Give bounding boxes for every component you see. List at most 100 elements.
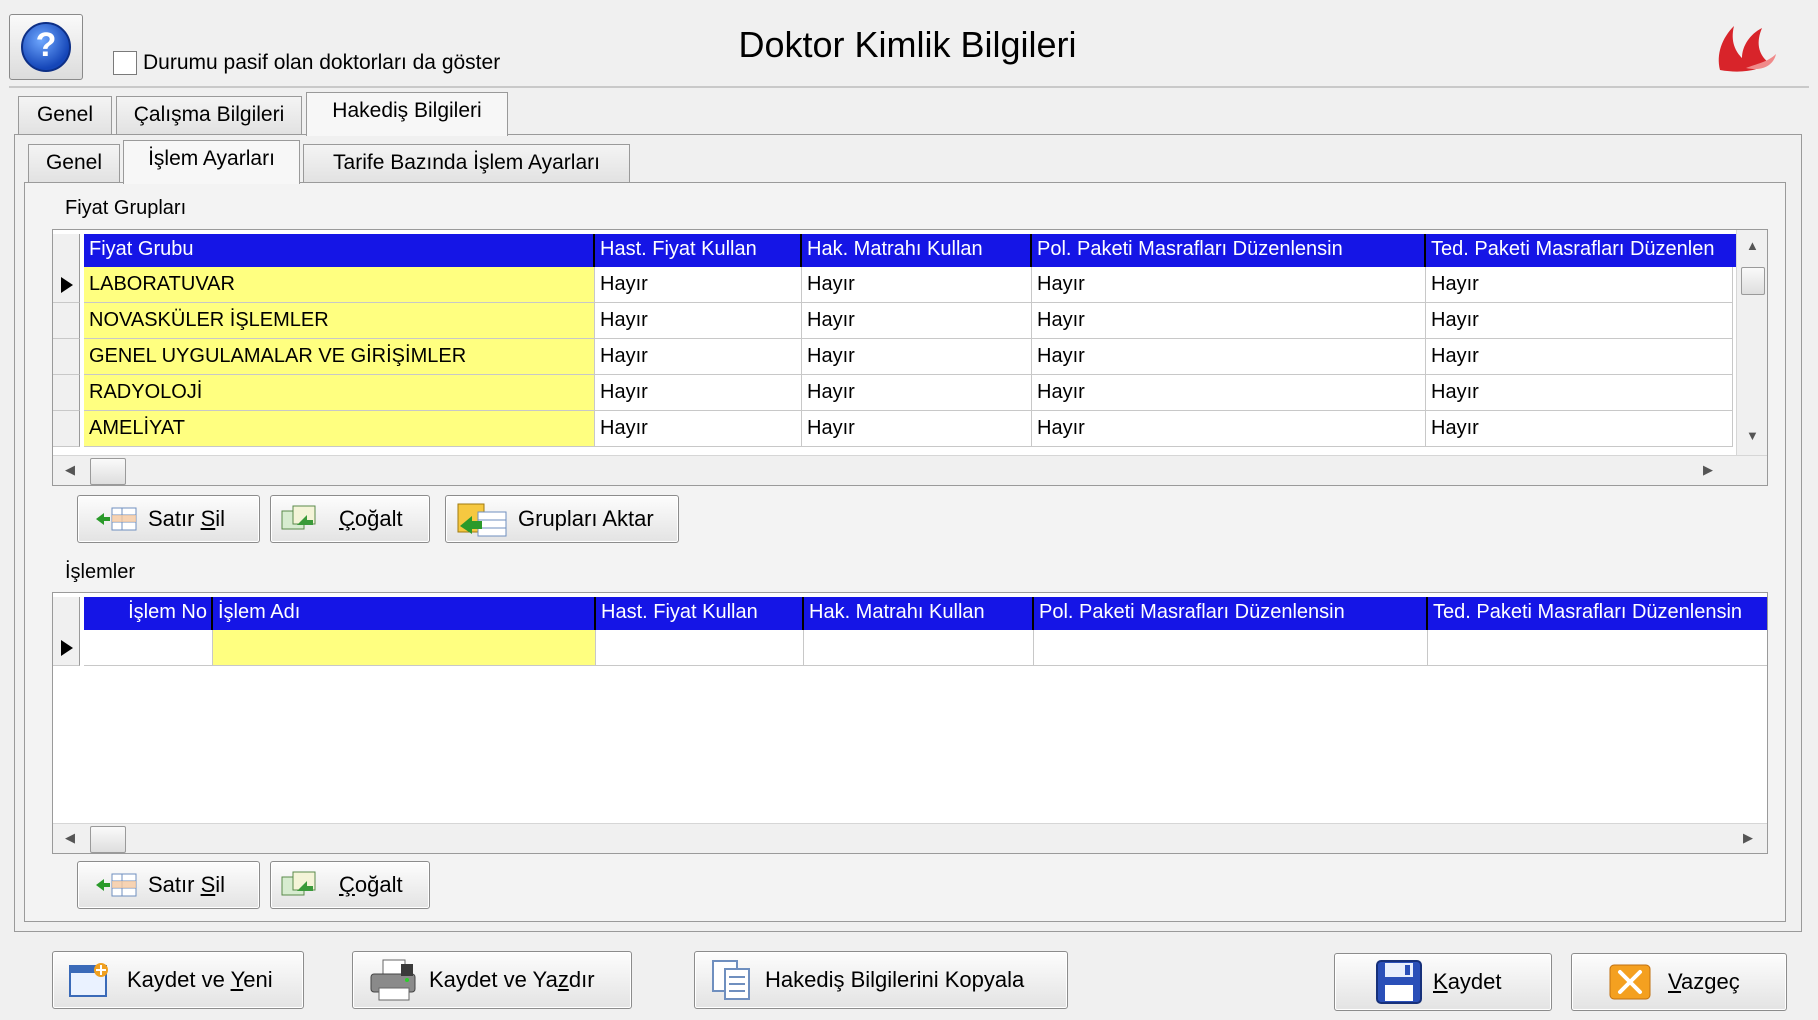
column-header[interactable]: İşlem Adı	[213, 597, 596, 630]
table-cell[interactable]: Hayır	[1426, 411, 1733, 447]
table-cell[interactable]: AMELİYAT	[84, 411, 595, 447]
table-cell[interactable]	[213, 630, 596, 666]
vertical-scroll-thumb[interactable]	[1741, 267, 1765, 295]
copy-document-icon	[712, 960, 750, 1000]
column-header[interactable]: Ted. Paketi Masrafları Düzenlensin	[1428, 597, 1767, 630]
new-document-icon	[69, 963, 108, 997]
save-and-print-label: Kaydet ve Yazdır	[429, 967, 595, 992]
scroll-left-arrow-icon[interactable]: ◀	[65, 830, 75, 846]
scroll-left-arrow-icon[interactable]: ◀	[65, 462, 75, 478]
floppy-disk-icon	[1376, 960, 1422, 1004]
table-cell[interactable]: GENEL UYGULAMALAR VE GİRİŞİMLER	[84, 339, 595, 375]
transfer-groups-button[interactable]: Grupları Aktar	[445, 495, 679, 543]
tab-hakedis-bilgileri[interactable]: Hakediş Bilgileri	[306, 92, 508, 136]
column-header[interactable]: Hast. Fiyat Kullan	[595, 234, 802, 267]
operations-duplicate-button[interactable]: Çoğalt	[270, 861, 430, 909]
table-cell[interactable]: Hayır	[1032, 375, 1426, 411]
column-header[interactable]: İşlem No	[84, 597, 213, 630]
transfer-groups-label: Grupları Aktar	[518, 506, 654, 531]
table-cell[interactable]: Hayır	[802, 303, 1032, 339]
scroll-right-arrow-icon[interactable]: ▶	[1743, 830, 1753, 846]
table-cell[interactable]: Hayır	[595, 375, 802, 411]
save-and-new-button[interactable]: Kaydet ve Yeni	[52, 951, 304, 1009]
horizontal-scrollbar[interactable]: ◀ ▶	[53, 455, 1767, 485]
scroll-down-arrow-icon[interactable]: ▼	[1746, 428, 1759, 443]
scroll-up-arrow-icon[interactable]: ▲	[1746, 238, 1759, 253]
save-and-new-label: Kaydet ve Yeni	[127, 967, 273, 992]
table-cell[interactable]: Hayır	[595, 303, 802, 339]
table-row[interactable]: NOVASKÜLER İŞLEMLER Hayır Hayır Hayır Ha…	[53, 303, 1733, 339]
column-header[interactable]: Pol. Paketi Masrafları Düzenlensin	[1032, 234, 1426, 267]
copy-earnings-info-label: Hakediş Bilgilerini Kopyala	[765, 967, 1025, 992]
row-indicator	[53, 375, 80, 411]
grid-corner	[53, 234, 80, 267]
show-passive-toggle[interactable]: Durumu pasif olan doktorları da göster	[113, 51, 500, 75]
header-separator	[9, 86, 1809, 88]
table-cell[interactable]: Hayır	[1032, 303, 1426, 339]
price-groups-grid[interactable]: Fiyat Grubu Hast. Fiyat Kullan Hak. Matr…	[52, 229, 1768, 486]
table-cell[interactable]: Hayır	[1032, 411, 1426, 447]
operations-grid[interactable]: İşlem No İşlem Adı Hast. Fiyat Kullan Ha…	[52, 592, 1768, 854]
save-button[interactable]: Kaydet	[1334, 953, 1552, 1011]
table-cell[interactable]: Hayır	[1426, 339, 1733, 375]
column-header[interactable]: Fiyat Grubu	[84, 234, 595, 267]
column-header[interactable]: Pol. Paketi Masrafları Düzenlensin	[1034, 597, 1428, 630]
table-row[interactable]: GENEL UYGULAMALAR VE GİRİŞİMLER Hayır Ha…	[53, 339, 1733, 375]
table-cell[interactable]	[84, 630, 213, 666]
scroll-right-arrow-icon[interactable]: ▶	[1703, 462, 1713, 478]
horizontal-scroll-thumb[interactable]	[90, 458, 126, 485]
table-cell[interactable]: NOVASKÜLER İŞLEMLER	[84, 303, 595, 339]
table-cell[interactable]: Hayır	[802, 375, 1032, 411]
table-row[interactable]: AMELİYAT Hayır Hayır Hayır Hayır	[53, 411, 1733, 447]
help-button[interactable]: ?	[9, 14, 83, 80]
subtab-tarife-bazinda-islem-ayarlari[interactable]: Tarife Bazında İşlem Ayarları	[303, 144, 630, 182]
subtab-genel[interactable]: Genel	[28, 144, 120, 182]
horizontal-scroll-thumb[interactable]	[90, 826, 126, 853]
table-cell[interactable]: Hayır	[595, 267, 802, 303]
column-header[interactable]: Hast. Fiyat Kullan	[596, 597, 804, 630]
grid-corner	[53, 597, 80, 630]
price-groups-delete-row-button[interactable]: Satır Sil	[77, 495, 260, 543]
table-cell[interactable]: Hayır	[1032, 339, 1426, 375]
column-header[interactable]: Ted. Paketi Masrafları Düzenlen	[1426, 234, 1767, 267]
section-label-fiyat-gruplari: Fiyat Grupları	[65, 197, 187, 219]
copy-earnings-info-button[interactable]: Hakediş Bilgilerini Kopyala	[694, 951, 1068, 1009]
table-cell[interactable]: Hayır	[595, 411, 802, 447]
tab-calisma-bilgileri[interactable]: Çalışma Bilgileri	[116, 96, 302, 134]
table-cell[interactable]	[804, 630, 1034, 666]
horizontal-scrollbar[interactable]: ◀ ▶	[53, 823, 1767, 853]
row-indicator	[53, 339, 80, 375]
table-cell[interactable]: Hayır	[1426, 303, 1733, 339]
save-label: Kaydet	[1433, 969, 1502, 994]
show-passive-checkbox[interactable]	[113, 51, 137, 75]
table-cell[interactable]: RADYOLOJİ	[84, 375, 595, 411]
duplicate-icon	[281, 871, 316, 896]
table-cell[interactable]	[1428, 630, 1767, 666]
table-cell[interactable]	[1034, 630, 1428, 666]
duplicate-icon	[281, 505, 316, 530]
duplicate-label: Çoğalt	[339, 872, 403, 897]
column-header[interactable]: Hak. Matrahı Kullan	[802, 234, 1032, 267]
table-cell[interactable]	[596, 630, 804, 666]
price-groups-duplicate-button[interactable]: Çoğalt	[270, 495, 430, 543]
delete-row-icon	[96, 507, 137, 531]
table-cell[interactable]: LABORATUVAR	[84, 267, 595, 303]
table-cell[interactable]: Hayır	[1032, 267, 1426, 303]
table-cell[interactable]: Hayır	[802, 267, 1032, 303]
operations-delete-row-button[interactable]: Satır Sil	[77, 861, 260, 909]
table-row[interactable]: LABORATUVAR Hayır Hayır Hayır Hayır	[53, 267, 1733, 303]
vertical-scrollbar[interactable]: ▲ ▼	[1736, 230, 1767, 455]
column-header[interactable]: Hak. Matrahı Kullan	[804, 597, 1034, 630]
table-cell[interactable]: Hayır	[802, 339, 1032, 375]
table-row[interactable]	[53, 630, 1767, 666]
subtab-islem-ayarlari[interactable]: İşlem Ayarları	[123, 140, 300, 184]
save-and-print-button[interactable]: Kaydet ve Yazdır	[352, 951, 632, 1009]
cancel-button[interactable]: Vazgeç	[1571, 953, 1787, 1011]
table-row[interactable]: RADYOLOJİ Hayır Hayır Hayır Hayır	[53, 375, 1733, 411]
section-label-islemler: İşlemler	[65, 561, 136, 583]
tab-genel[interactable]: Genel	[18, 96, 112, 134]
table-cell[interactable]: Hayır	[1426, 375, 1733, 411]
table-cell[interactable]: Hayır	[595, 339, 802, 375]
table-cell[interactable]: Hayır	[1426, 267, 1733, 303]
table-cell[interactable]: Hayır	[802, 411, 1032, 447]
